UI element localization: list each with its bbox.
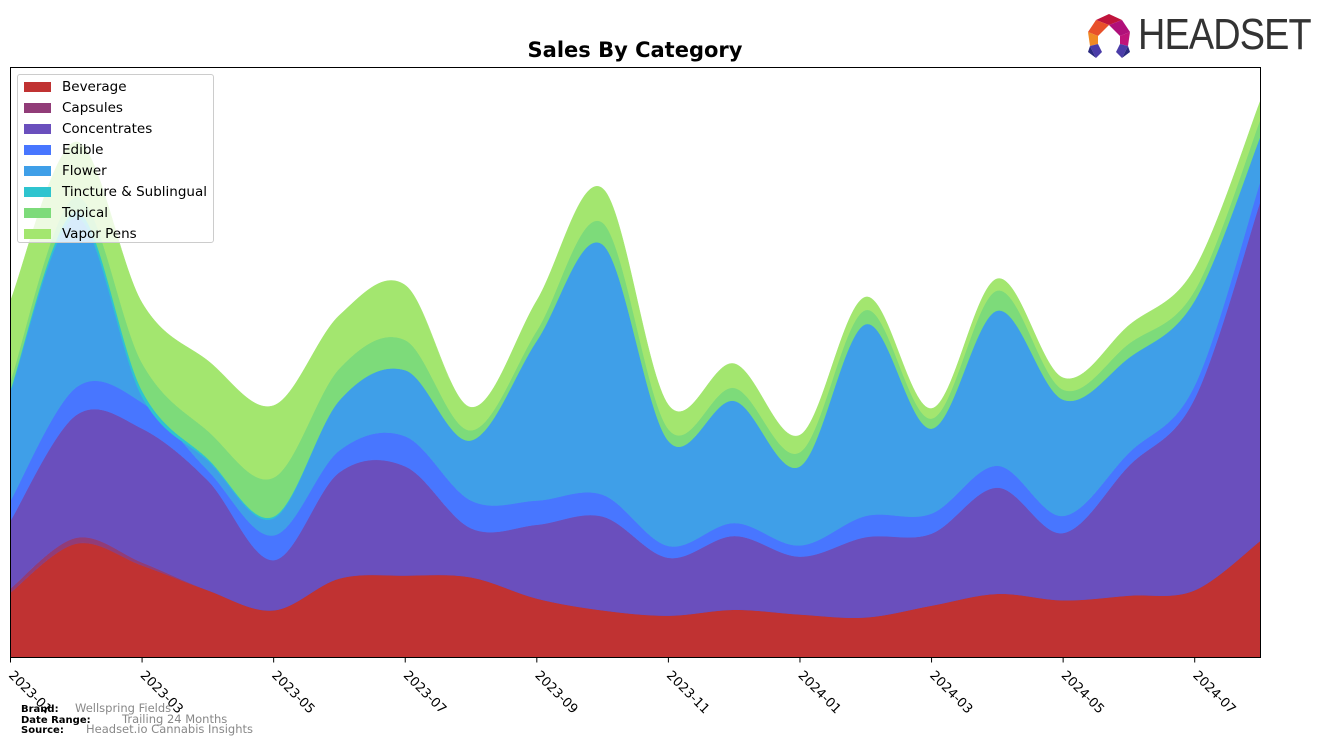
headset-logo: HEADSET <box>1086 12 1324 58</box>
legend-item: Beverage <box>24 76 127 97</box>
legend-swatch <box>24 207 51 218</box>
x-tick-label: 2024-05 <box>1058 668 1107 717</box>
legend-label: Capsules <box>62 99 123 116</box>
brand-label: Brand: <box>21 704 59 715</box>
legend-label: Beverage <box>62 78 127 95</box>
source-value: Headset.io Cannabis Insights <box>86 722 253 736</box>
legend-swatch <box>24 102 51 113</box>
legend-label: Concentrates <box>62 120 153 137</box>
x-axis: 2023-01 2023-03 2023-05 2023-07 2023-09 2023-… <box>5 657 1238 717</box>
x-tick-label: 2023-05 <box>268 668 317 717</box>
legend-label: Edible <box>62 141 104 158</box>
legend-label: Tincture & Sublingual <box>62 183 207 200</box>
legend-item: Capsules <box>24 97 123 118</box>
legend-swatch <box>24 165 51 176</box>
date-range-label: Date Range: <box>21 714 91 726</box>
x-tick-label: 2024-01 <box>795 668 844 717</box>
x-tick-label: 2024-03 <box>926 668 975 717</box>
legend-swatch <box>24 123 51 134</box>
footer-brand-row: Brand: Wellspring Fields <box>21 703 171 715</box>
legend-item: Topical <box>24 202 108 223</box>
legend-label: Flower <box>62 162 107 179</box>
x-tick-label: 2023-11 <box>663 668 712 717</box>
x-tick-label: 2024-07 <box>1189 668 1238 717</box>
source-label: Source: <box>21 725 64 736</box>
legend-swatch <box>24 228 51 239</box>
legend-item: Edible <box>24 139 103 160</box>
legend-item: Concentrates <box>24 118 152 139</box>
legend-item: Vapor Pens <box>24 223 137 244</box>
legend-swatch <box>24 144 51 155</box>
footer-date-range-row: Date Range: Trailing 24 Months <box>21 713 227 726</box>
legend-label: Topical <box>62 204 108 221</box>
legend-item: Tincture & Sublingual <box>24 181 207 202</box>
chart-footer: Brand: Wellspring Fields Date Range: Tra… <box>21 703 253 736</box>
x-tick-label: 2023-07 <box>400 668 449 717</box>
legend-swatch <box>24 186 51 197</box>
legend-item: Flower <box>24 160 107 181</box>
headset-hexagon-logo-icon <box>1088 14 1130 58</box>
x-tick-label: 2023-09 <box>532 668 581 717</box>
legend-label: Vapor Pens <box>62 225 137 242</box>
legend-swatch <box>24 81 51 92</box>
legend: Beverage Capsules Concentrates Edible Flower… <box>17 74 214 243</box>
logo-text: HEADSET <box>1138 10 1312 59</box>
footer-source-row: Source: Headset.io Cannabis Insights <box>21 724 253 736</box>
